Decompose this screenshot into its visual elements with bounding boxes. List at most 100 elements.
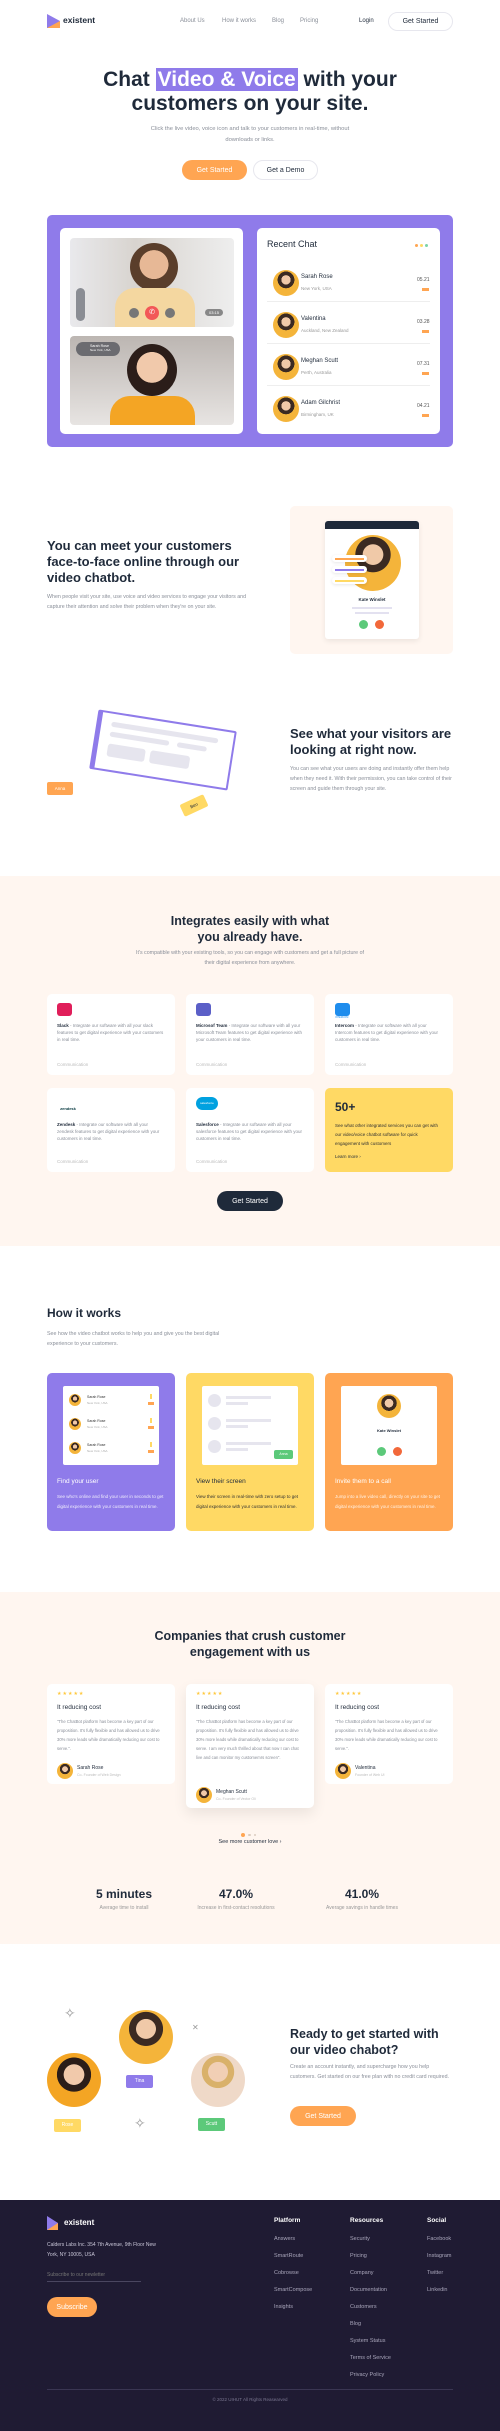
- chat-list-item[interactable]: Adam Gilchrist Birmingham, UK 04.21: [267, 388, 430, 428]
- footer-link[interactable]: Insights: [274, 2304, 312, 2310]
- intercom-logo-text: INTERCOM: [335, 1016, 349, 1019]
- integration-name: Zendesk: [57, 1122, 76, 1127]
- integration-desc: Intercom - Integrate our software with a…: [335, 1022, 443, 1043]
- placeholder-avatar: [208, 1440, 221, 1453]
- footer-link[interactable]: Blog: [350, 2321, 391, 2327]
- chat-name: Meghan Scutt: [301, 358, 339, 364]
- testimonial-quote: "The ChatBot platform has become a key p…: [196, 1719, 299, 1760]
- how-subtitle: See how the video chatbot works to help …: [47, 1331, 220, 1347]
- hero-get-started-button[interactable]: Get Started: [182, 160, 247, 180]
- video-icon[interactable]: [422, 414, 429, 417]
- step-text: See who's online and find your user in s…: [57, 1494, 164, 1509]
- video-icon[interactable]: [422, 288, 429, 291]
- video-icon[interactable]: [148, 1402, 154, 1405]
- footer-link[interactable]: Answers: [274, 2236, 312, 2242]
- footer-link[interactable]: Documentation: [350, 2287, 391, 2293]
- mic-icon[interactable]: [150, 1418, 152, 1423]
- testimonial-card: ★★★★★ It reducing cost "The ChatBot platfo…: [325, 1684, 453, 1784]
- footer-column: Platform Answers SmartRoute Cobrowse SmartCo…: [274, 2217, 312, 2321]
- nav-blog[interactable]: Blog: [272, 18, 284, 24]
- decline-call-icon[interactable]: [375, 620, 384, 629]
- video-feed-customer: Sarah Rose New York, USA: [70, 336, 234, 425]
- agent-photo: [130, 243, 178, 291]
- integration-card[interactable]: salesforce Salesforce - Integrate our sof…: [186, 1088, 314, 1172]
- accept-call-icon[interactable]: [377, 1447, 386, 1456]
- footer: existent Calders Labs Inc. 354 7th Avenu…: [0, 2200, 500, 2431]
- carousel-dot-active[interactable]: [241, 1833, 245, 1837]
- decline-call-icon[interactable]: [393, 1447, 402, 1456]
- hero-title: Chat Video & Voice with your customers o…: [90, 68, 410, 116]
- end-call-button[interactable]: ✆: [145, 306, 159, 320]
- footer-link[interactable]: Customers: [350, 2304, 391, 2310]
- chat-list-item[interactable]: Valentina Auckland, New Zealand 03.28: [267, 304, 430, 344]
- carousel-dot[interactable]: [248, 1833, 251, 1837]
- integrations-get-started-button[interactable]: Get Started: [217, 1191, 283, 1211]
- footer-link[interactable]: Cobrowse: [274, 2270, 312, 2276]
- brand-name[interactable]: existent: [63, 15, 95, 25]
- footer-link[interactable]: Facebook: [427, 2236, 451, 2242]
- author-avatar: [57, 1763, 73, 1779]
- footer-link[interactable]: Linkedin: [427, 2287, 451, 2293]
- newsletter-input[interactable]: [47, 2268, 141, 2282]
- mic-button[interactable]: [129, 308, 139, 318]
- footer-link[interactable]: System Status: [350, 2338, 391, 2344]
- author-role: Co- Founder of Web Design: [77, 1773, 121, 1777]
- footer-link[interactable]: Instagram: [427, 2253, 451, 2259]
- footer-link[interactable]: Privacy Policy: [350, 2372, 391, 2378]
- chat-list-item[interactable]: Meghan Scutt Perth, Australia 07.31: [267, 346, 430, 386]
- nav-how[interactable]: How it works: [222, 18, 256, 24]
- subscribe-button[interactable]: Subscribe: [47, 2297, 97, 2317]
- testimonial-quote: "The ChatBot platform has become a key p…: [335, 1719, 438, 1751]
- meet-title: You can meet your customers face-to-face…: [47, 538, 240, 585]
- footer-link[interactable]: Twitter: [427, 2270, 451, 2276]
- call-timer: 03:15: [205, 309, 224, 316]
- footer-link[interactable]: Terms of Service: [350, 2355, 391, 2361]
- integration-card[interactable]: zendesk Zendesk - Integrate our software …: [47, 1088, 175, 1172]
- placeholder-avatar: [208, 1417, 221, 1430]
- carousel-dot[interactable]: [253, 1833, 256, 1837]
- author-avatar: [335, 1763, 351, 1779]
- footer-link[interactable]: Company: [350, 2270, 391, 2276]
- video-icon[interactable]: [422, 330, 429, 333]
- learn-more-link[interactable]: Learn more ›: [335, 1154, 361, 1159]
- video-icon[interactable]: [148, 1450, 154, 1453]
- integration-card[interactable]: INTERCOM Intercom - Integrate our softwar…: [325, 994, 453, 1075]
- nav-pricing[interactable]: Pricing: [300, 18, 318, 24]
- placeholder-line: [226, 1442, 271, 1445]
- integration-card[interactable]: Microsof Team - Integrate our software w…: [186, 994, 314, 1075]
- chat-name: Adam Gilchrist: [301, 400, 341, 406]
- footer-link[interactable]: SmartCompose: [274, 2287, 312, 2293]
- chat-time: 03.28: [417, 319, 430, 325]
- chat-time: 05.21: [417, 277, 430, 283]
- stat-label: Average time to install: [99, 1905, 149, 1911]
- testimonial-title: It reducing cost: [57, 1704, 102, 1711]
- nav-get-started-button[interactable]: Get Started: [388, 12, 453, 31]
- stat-label: Average savings in handle times: [326, 1905, 398, 1911]
- see-more-link[interactable]: See more customer love ›: [190, 1839, 310, 1845]
- integration-category: Communication: [196, 1062, 228, 1067]
- mic-icon[interactable]: [150, 1394, 152, 1399]
- stat-value: 41.0%: [344, 1887, 380, 1901]
- brand-logo-icon[interactable]: [47, 14, 60, 28]
- accept-call-icon[interactable]: [359, 620, 368, 629]
- hero-demo-button[interactable]: Get a Demo: [253, 160, 318, 180]
- nav-about[interactable]: About Us: [180, 18, 205, 24]
- video-icon[interactable]: [148, 1426, 154, 1429]
- mic-icon[interactable]: [150, 1442, 152, 1447]
- footer-link[interactable]: Security: [350, 2236, 391, 2242]
- kate-name: Kate Winslet: [358, 597, 386, 602]
- integration-name: Microsof Team: [196, 1023, 228, 1028]
- video-call-card: ✆ 03:15 Sarah Rose New York, USA: [60, 228, 243, 434]
- integration-card[interactable]: Slack - Integrate our software with all …: [47, 994, 175, 1075]
- chat-list-item[interactable]: Sarah Rose New York, USA 05.21: [267, 262, 430, 302]
- login-link[interactable]: Login: [359, 18, 374, 24]
- integrations-title: Integrates easily with what you already …: [170, 914, 330, 944]
- star-rating: ★★★★★: [335, 1691, 363, 1697]
- camera-button[interactable]: [165, 308, 175, 318]
- stat-value: 5 minutes: [95, 1887, 152, 1901]
- video-icon[interactable]: [422, 372, 429, 375]
- cta-get-started-button[interactable]: Get Started: [290, 2106, 356, 2126]
- footer-link[interactable]: SmartRoute: [274, 2253, 312, 2259]
- footer-link[interactable]: Pricing: [350, 2253, 391, 2259]
- volume-slider[interactable]: [76, 288, 85, 321]
